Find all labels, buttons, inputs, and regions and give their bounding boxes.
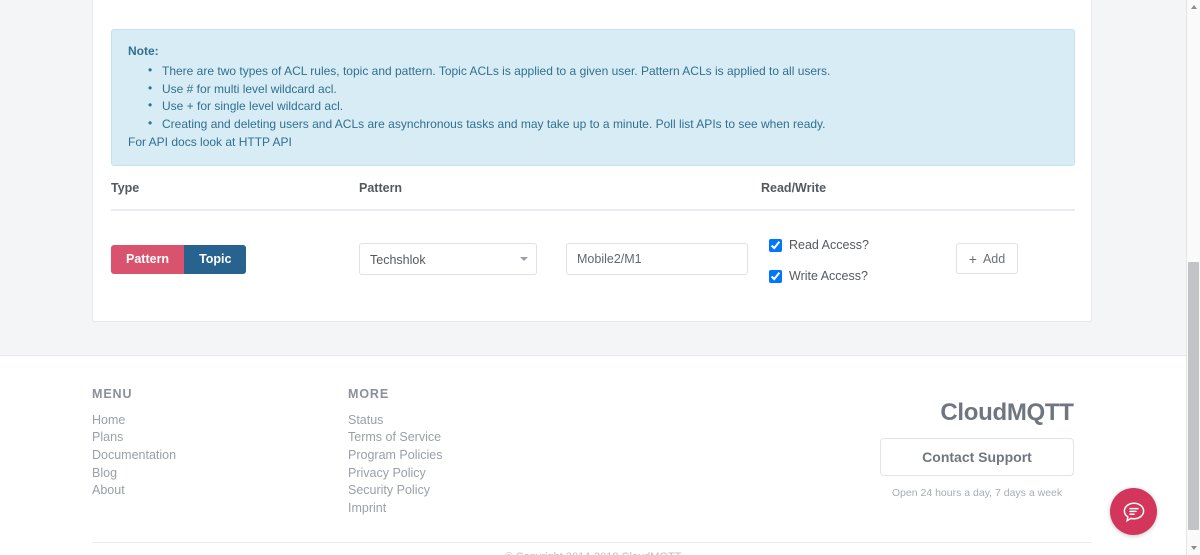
note-item: Use + for single level wildcard acl.	[148, 97, 1058, 116]
footer-link-program-policies[interactable]: Program Policies	[348, 447, 442, 465]
write-access-label: Write Access?	[789, 269, 868, 283]
note-item: Creating and deleting users and ACLs are…	[148, 115, 1058, 134]
footer-divider	[92, 542, 1092, 543]
footer-link-about[interactable]: About	[92, 482, 125, 500]
site-footer: MENU Home Plans Documentation Blog About…	[0, 355, 1186, 555]
note-footer-text: For API docs look at	[128, 135, 239, 149]
acl-form-row: Pattern Topic Techshlok Read Access? W	[111, 231, 1075, 301]
chat-support-button[interactable]	[1110, 488, 1157, 535]
note-title: Note:	[128, 44, 159, 58]
acl-table-header: Type Pattern Read/Write	[111, 181, 1075, 211]
note-info-box: Note: There are two types of ACL rules, …	[111, 29, 1075, 166]
footer-link-plans[interactable]: Plans	[92, 429, 123, 447]
chat-bubble-icon	[1123, 501, 1144, 522]
http-api-link[interactable]: HTTP API	[239, 135, 292, 149]
column-header-pattern: Pattern	[359, 181, 403, 195]
note-item: Use # for multi level wildcard acl.	[148, 80, 1058, 99]
footer-link-imprint[interactable]: Imprint	[348, 500, 386, 518]
footer-link-security-policy[interactable]: Security Policy	[348, 482, 430, 500]
note-list: There are two types of ACL rules, topic …	[148, 62, 1058, 134]
acl-type-toggle[interactable]: Pattern Topic	[111, 245, 247, 274]
contact-support-button[interactable]: Contact Support	[880, 438, 1074, 476]
access-checkbox-group: Read Access? Write Access?	[769, 236, 869, 298]
footer-link-blog[interactable]: Blog	[92, 465, 117, 483]
footer-menu-title: MENU	[92, 387, 133, 401]
toggle-option-pattern[interactable]: Pattern	[111, 245, 185, 274]
read-access-row[interactable]: Read Access?	[769, 236, 869, 254]
footer-link-privacy-policy[interactable]: Privacy Policy	[348, 465, 426, 483]
plus-icon: +	[968, 250, 977, 267]
page-title: ACLs	[113, 0, 165, 5]
footer-link-documentation[interactable]: Documentation	[92, 447, 176, 465]
scrollbar-thumb[interactable]	[1188, 262, 1199, 530]
add-acl-button[interactable]: + Add	[956, 243, 1018, 274]
write-access-row[interactable]: Write Access?	[769, 267, 869, 285]
footer-link-status[interactable]: Status	[348, 412, 383, 430]
pattern-input[interactable]	[566, 243, 748, 275]
scroll-up-arrow-icon[interactable]	[1187, 0, 1200, 14]
page-content: ACLs Note: There are two types of ACL ru…	[0, 0, 1186, 555]
note-item: There are two types of ACL rules, topic …	[148, 62, 1058, 81]
column-header-read-write: Read/Write	[761, 181, 827, 195]
add-button-label: Add	[982, 251, 1006, 266]
footer-link-home[interactable]: Home	[92, 412, 125, 430]
scroll-down-arrow-icon[interactable]	[1187, 541, 1200, 555]
user-select[interactable]: Techshlok	[359, 243, 537, 275]
browser-viewport: ACLs Note: There are two types of ACL ru…	[0, 0, 1200, 555]
footer-more-title: MORE	[348, 387, 390, 401]
user-select-wrapper[interactable]: Techshlok	[359, 243, 537, 275]
note-footer: For API docs look at HTTP API	[128, 134, 1058, 151]
toggle-option-topic[interactable]: Topic	[184, 245, 247, 274]
column-header-type: Type	[111, 181, 140, 195]
read-access-label: Read Access?	[789, 238, 869, 252]
read-access-checkbox[interactable]	[769, 238, 782, 252]
footer-link-terms-of-service[interactable]: Terms of Service	[348, 429, 441, 447]
copyright-text: © Copyright 2014-2018 CloudMQTT	[0, 551, 1186, 555]
brand-logo: CloudMQTT	[940, 399, 1074, 426]
write-access-checkbox[interactable]	[769, 269, 782, 283]
vertical-scrollbar[interactable]	[1186, 0, 1200, 555]
acls-card: ACLs Note: There are two types of ACL ru…	[92, 0, 1092, 322]
support-hours-note: Open 24 hours a day, 7 days a week	[891, 487, 1063, 499]
